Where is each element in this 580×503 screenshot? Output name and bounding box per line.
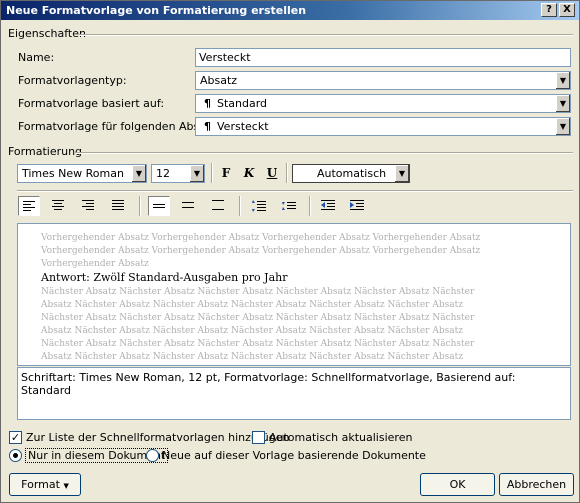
preview-line: Nächster Absatz Nächster Absatz Nächster… (41, 287, 475, 297)
align-center-button[interactable] (48, 196, 70, 216)
toolbar-separator (286, 163, 288, 183)
increase-indent-icon (350, 200, 364, 210)
toolbar-divider (17, 190, 573, 192)
help-button[interactable]: ? (541, 3, 557, 17)
underline-button[interactable]: U (263, 164, 281, 182)
font-select[interactable]: Times New Roman ▼ (17, 164, 147, 183)
close-button[interactable]: X (559, 3, 575, 17)
preview-line: Absatz Nächster Absatz Nächster Absatz N… (41, 352, 463, 362)
style-preview: Vorhergehender Absatz Vorhergehender Abs… (17, 223, 571, 366)
next-paragraph-preview: Nächster Absatz Nächster Absatz Nächster… (41, 286, 556, 364)
one-half-spacing-icon (182, 202, 194, 208)
previous-paragraph-preview: Vorhergehender Absatz Vorhergehender Abs… (41, 232, 556, 271)
preview-line: Absatz Nächster Absatz Nächster Absatz N… (41, 326, 463, 336)
increase-indent-button[interactable] (346, 196, 368, 216)
paragraph-icon: ¶ (204, 120, 211, 133)
format-menu-button[interactable]: Format ▼ (9, 473, 81, 496)
align-right-icon (82, 200, 94, 210)
chevron-down-icon[interactable]: ▼ (189, 165, 204, 182)
align-center-icon (52, 200, 64, 210)
chevron-down-icon[interactable]: ▼ (555, 72, 570, 89)
style-type-select[interactable]: Absatz ▼ (195, 71, 571, 90)
preview-line: Vorhergehender Absatz Vorhergehender Abs… (41, 246, 481, 256)
font-size-value: 12 (156, 167, 170, 180)
formatting-divider (76, 152, 573, 154)
preview-line: Vorhergehender Absatz (41, 259, 149, 269)
preview-line: Nächster Absatz Nächster Absatz Nächster… (41, 313, 475, 323)
align-left-icon (23, 201, 35, 211)
decrease-indent-icon (321, 200, 335, 210)
bold-button[interactable]: F (217, 164, 235, 182)
based-on-select[interactable]: ¶ Standard ▼ (195, 94, 571, 113)
font-color-value: Automatisch (317, 167, 387, 180)
add-to-quick-styles-checkbox[interactable]: ✓ (9, 431, 22, 444)
align-left-button[interactable] (18, 196, 40, 216)
font-color-select[interactable]: Automatisch ▼ (292, 164, 410, 183)
decrease-spacing-icon (282, 202, 296, 210)
toolbar-separator (139, 196, 141, 216)
following-style-select[interactable]: ¶ Versteckt ▼ (195, 117, 571, 136)
cancel-button[interactable]: Abbrechen (499, 473, 574, 496)
preview-line: Vorhergehender Absatz Vorhergehender Abs… (41, 233, 481, 243)
title-bar: Neue Formatvorlage von Formatierung erst… (1, 1, 579, 20)
following-style-value: Versteckt (217, 120, 269, 133)
chevron-down-icon[interactable]: ▼ (555, 118, 570, 135)
chevron-down-icon: ▼ (63, 482, 69, 490)
chevron-down-icon[interactable]: ▼ (394, 165, 409, 182)
auto-update-checkbox[interactable] (252, 431, 265, 444)
double-spacing-button[interactable] (208, 196, 230, 216)
justify-button[interactable] (108, 196, 130, 216)
paragraph-icon: ¶ (204, 97, 211, 110)
toolbar-separator (239, 196, 241, 216)
font-size-select[interactable]: 12 ▼ (151, 164, 205, 183)
chevron-down-icon[interactable]: ▼ (131, 165, 146, 182)
formatting-group-label: Formatierung (8, 145, 83, 158)
italic-button[interactable]: K (240, 164, 258, 182)
radio-dot (13, 453, 18, 458)
format-button-label: Format (21, 478, 60, 491)
single-spacing-icon (153, 204, 165, 208)
style-type-label: Formatvorlagentyp: (18, 74, 127, 87)
auto-update-label[interactable]: Automatisch aktualisieren (269, 431, 412, 444)
toolbar-separator (211, 163, 213, 183)
ok-button[interactable]: OK (420, 473, 495, 496)
toolbar-separator (309, 196, 311, 216)
add-to-quick-styles-label[interactable]: Zur Liste der Schnellformatvorlagen hinz… (26, 431, 289, 444)
decrease-spacing-button[interactable] (278, 196, 300, 216)
only-this-document-radio[interactable] (9, 449, 22, 462)
name-input[interactable]: Versteckt (195, 48, 571, 67)
name-label: Name: (18, 51, 55, 64)
based-on-label: Formatvorlage basiert auf: (18, 97, 165, 110)
dialog-window: Neue Formatvorlage von Formatierung erst… (0, 0, 580, 503)
increase-spacing-icon (252, 200, 266, 212)
window-title: Neue Formatvorlage von Formatierung erst… (6, 4, 307, 17)
following-style-label: Formatvorlage für folgenden Absatz: (18, 120, 220, 133)
preview-line: Absatz Nächster Absatz Nächster Absatz N… (41, 300, 463, 310)
new-documents-radio[interactable] (146, 449, 159, 462)
style-type-value: Absatz (200, 74, 238, 87)
single-spacing-button[interactable] (148, 196, 170, 216)
based-on-value: Standard (217, 97, 268, 110)
one-half-spacing-button[interactable] (178, 196, 200, 216)
new-documents-label[interactable]: Neue auf dieser Vorlage basierende Dokum… (162, 449, 426, 462)
properties-divider (79, 34, 573, 36)
preview-line: Nächster Absatz Nächster Absatz Nächster… (41, 339, 475, 349)
properties-group-label: Eigenschaften (8, 27, 86, 40)
double-spacing-icon (212, 200, 224, 210)
style-description: Schriftart: Times New Roman, 12 pt, Form… (17, 367, 571, 420)
increase-spacing-button[interactable] (248, 196, 270, 216)
justify-icon (112, 200, 124, 210)
align-right-button[interactable] (78, 196, 100, 216)
current-paragraph-preview: Antwort: Zwölf Standard-Ausgaben pro Jah… (41, 271, 288, 284)
chevron-down-icon[interactable]: ▼ (555, 95, 570, 112)
font-value: Times New Roman (22, 167, 124, 180)
decrease-indent-button[interactable] (317, 196, 339, 216)
